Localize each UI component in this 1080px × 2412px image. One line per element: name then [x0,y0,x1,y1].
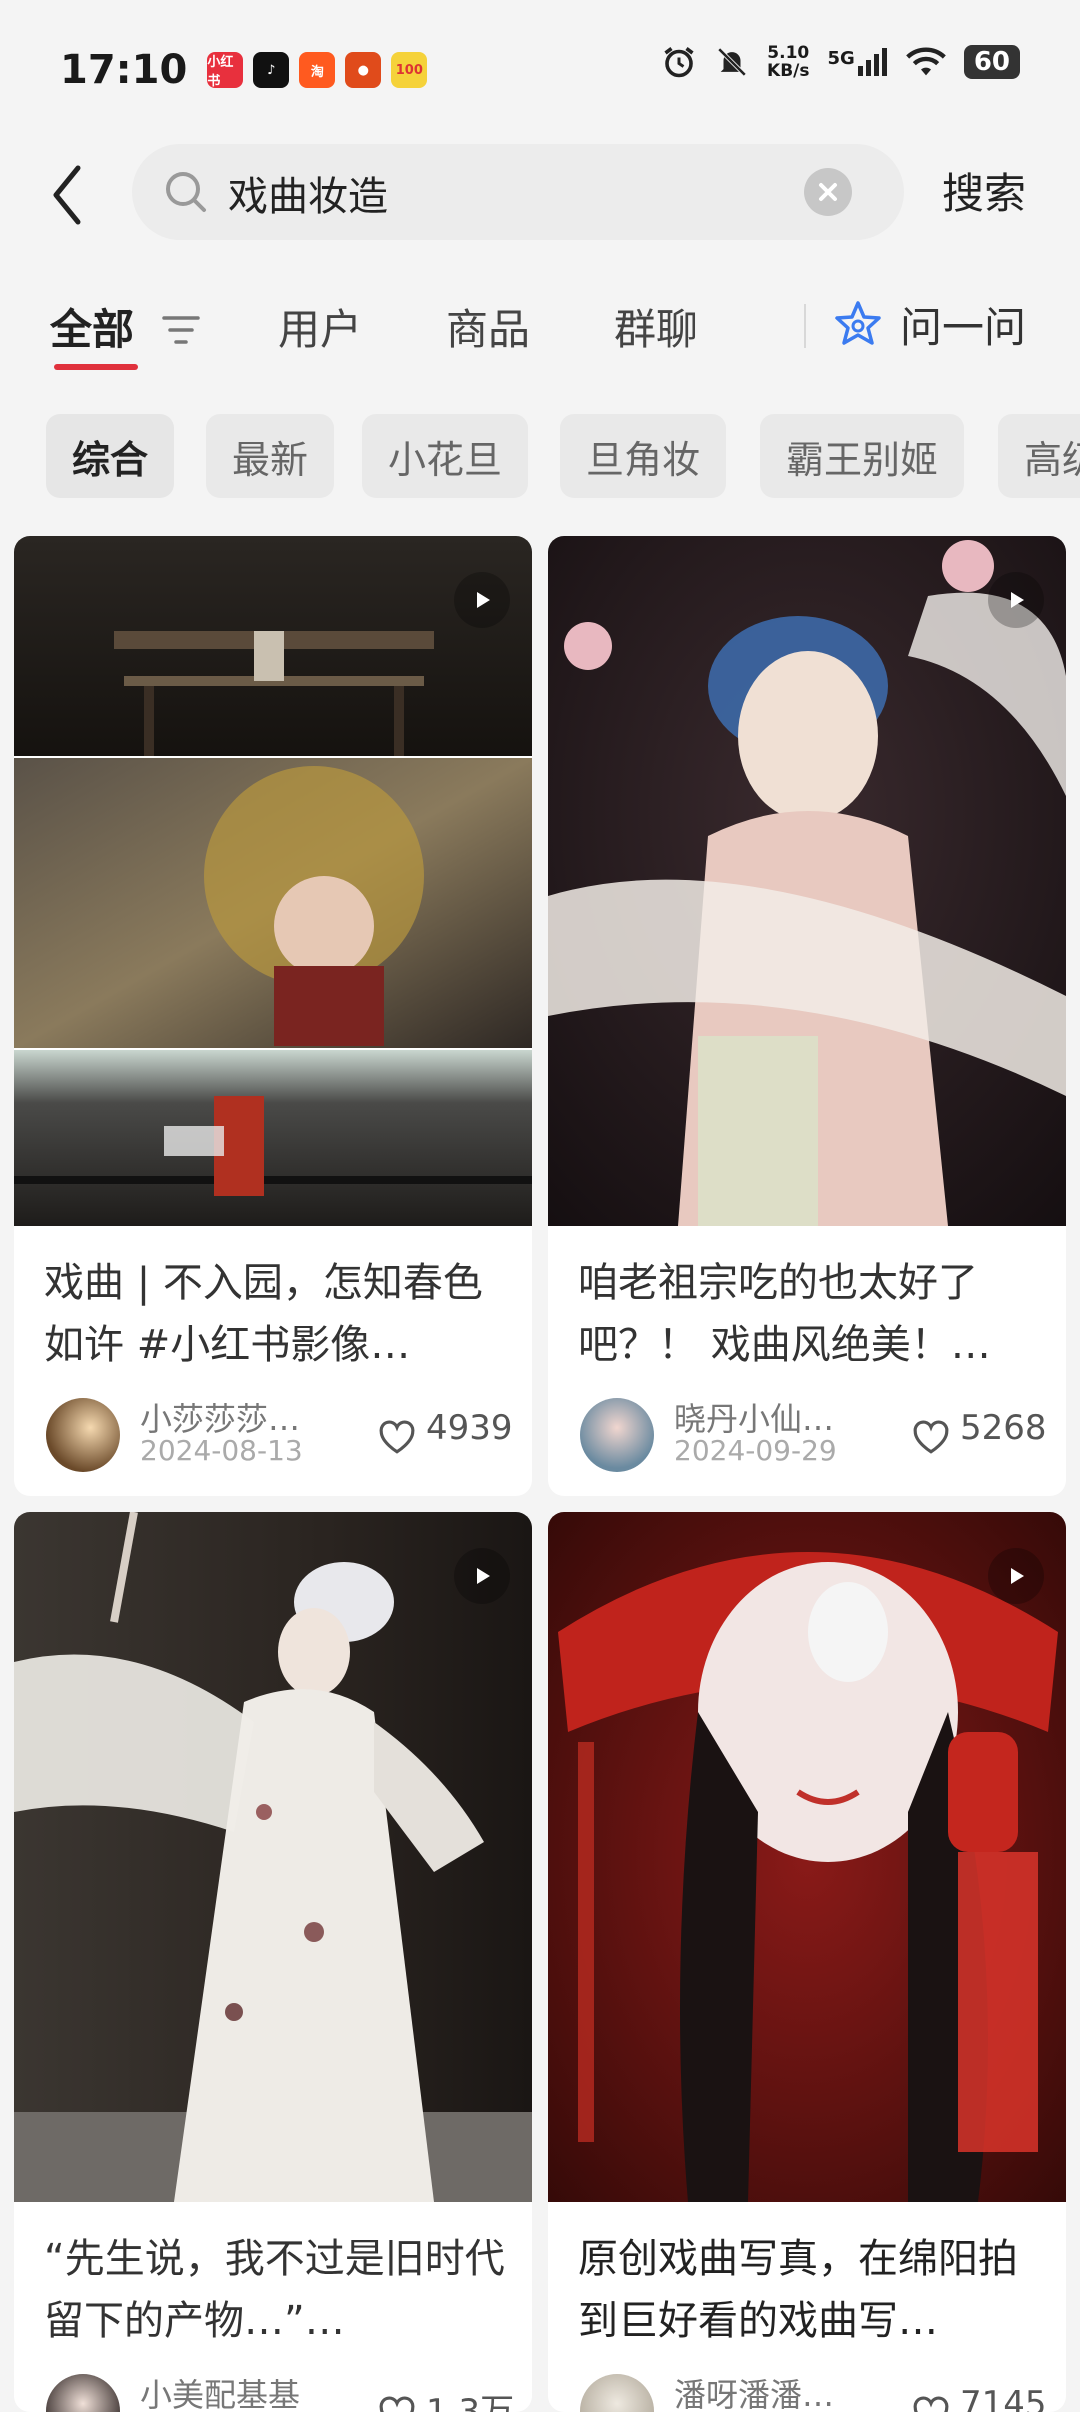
like-count: 1.3万 [426,2392,515,2412]
note-card[interactable]: 戏曲 | 不入园，怎知春色如许 #小红书影像… 小莎莎莎… 2024-08-13… [14,536,532,1496]
post-date: 2024-09-29 [674,1434,837,1467]
note-cover-image [548,536,1066,1226]
heart-icon[interactable] [910,1416,952,1456]
video-play-icon [454,572,510,628]
ask-label: 问一问 [900,303,1027,352]
like-count: 7145 [960,2384,1047,2412]
alarm-icon [664,47,694,78]
note-cover-image [14,1512,532,2202]
author-name[interactable]: 小美配基基 [140,2370,300,2412]
signal-bars-icon [857,48,887,76]
battery-indicator: 60 [963,45,1020,79]
clear-search-button[interactable] [804,168,852,216]
note-title: 戏曲 | 不入园，怎知春色如许 #小红书影像… [44,1260,483,1368]
avatar[interactable] [580,2374,654,2412]
note-card[interactable]: “先生说，我不过是旧时代留下的产物…”… 小美配基基 1.3万 [14,1512,532,2412]
note-title: 原创戏曲写真，在绵阳拍到巨好看的戏曲写… [578,2236,1018,2344]
ask-star-icon [835,300,881,345]
hundred-app-icon: 100 [391,52,428,88]
post-date: 2024-08-13 [140,1434,303,1467]
taobao-app-icon: 淘 [299,52,336,88]
filter-icon[interactable] [160,310,202,350]
note-card[interactable]: 咱老祖宗吃的也太好了吧？！ 戏曲风绝美！… 晓丹小仙… 2024-09-29 5… [548,536,1066,1496]
heart-icon[interactable] [376,1416,418,1456]
note-cover-image [548,1512,1066,2202]
mute-bell-icon [717,47,747,77]
like-count: 4939 [426,1408,513,1448]
network-speed: 5.10 KB/s [767,43,810,81]
clock: 17:10 [60,47,188,93]
avatar[interactable] [46,2374,120,2412]
chip-xiaohuadan[interactable]: 小花旦 [362,414,529,498]
signal-5g: 5G [828,48,888,76]
filter-chips: 综合 最新 小花旦 旦角妆 霸王别姬 高级 [0,414,1080,498]
heart-icon[interactable] [376,2392,418,2412]
avatar[interactable] [580,1398,654,1472]
notification-app-icons: 小红书 ♪ 淘 ● 100 [207,52,428,89]
avatar[interactable] [46,1398,120,1472]
wifi-icon [905,47,946,76]
game-app-icon: ● [345,52,382,88]
status-bar: 17:10 小红书 ♪ 淘 ● 100 5.10 KB/s 5G 60 [0,0,1080,140]
result-tabs: 全部 用户 商品 群聊 问一问 [0,282,1080,382]
chip-comprehensive[interactable]: 综合 [46,414,175,498]
search-input[interactable]: 戏曲妆造 [132,144,904,240]
video-play-icon [988,1548,1044,1604]
close-icon [819,183,837,201]
tiktok-app-icon: ♪ [253,52,290,88]
tab-divider [804,304,806,348]
tab-products[interactable]: 商品 [446,296,530,357]
xiaohongshu-app-icon: 小红书 [207,52,244,89]
back-arrow-icon[interactable] [48,160,88,230]
author-name[interactable]: 潘呀潘潘… [674,2370,834,2412]
chip-latest[interactable]: 最新 [206,414,335,498]
tab-all[interactable]: 全部 [50,296,134,357]
active-tab-underline [54,364,138,370]
search-icon [166,172,206,212]
heart-icon[interactable] [910,2392,952,2412]
tab-group-chats[interactable]: 群聊 [614,296,698,357]
like-count: 5268 [960,1408,1047,1448]
note-card[interactable]: 原创戏曲写真，在绵阳拍到巨好看的戏曲写… 潘呀潘潘… 7145 [548,1512,1066,2412]
note-title: 咱老祖宗吃的也太好了吧？！ 戏曲风绝美！… [578,1260,991,1368]
chip-bawang-bieji[interactable]: 霸王别姬 [760,414,965,498]
video-play-icon [988,572,1044,628]
tab-users[interactable]: 用户 [278,296,362,357]
chip-danjiao-makeup[interactable]: 旦角妆 [560,414,727,498]
status-right: 5.10 KB/s 5G 60 [661,44,1020,80]
video-play-icon [454,1548,510,1604]
ask-button[interactable]: 问一问 [832,294,1026,355]
search-button[interactable]: 搜索 [942,160,1026,221]
chip-more[interactable]: 高级 [998,414,1080,498]
note-title: “先生说，我不过是旧时代留下的产物…”… [44,2236,505,2344]
note-cover-image [14,536,532,1226]
search-query-text: 戏曲妆造 [228,174,388,220]
